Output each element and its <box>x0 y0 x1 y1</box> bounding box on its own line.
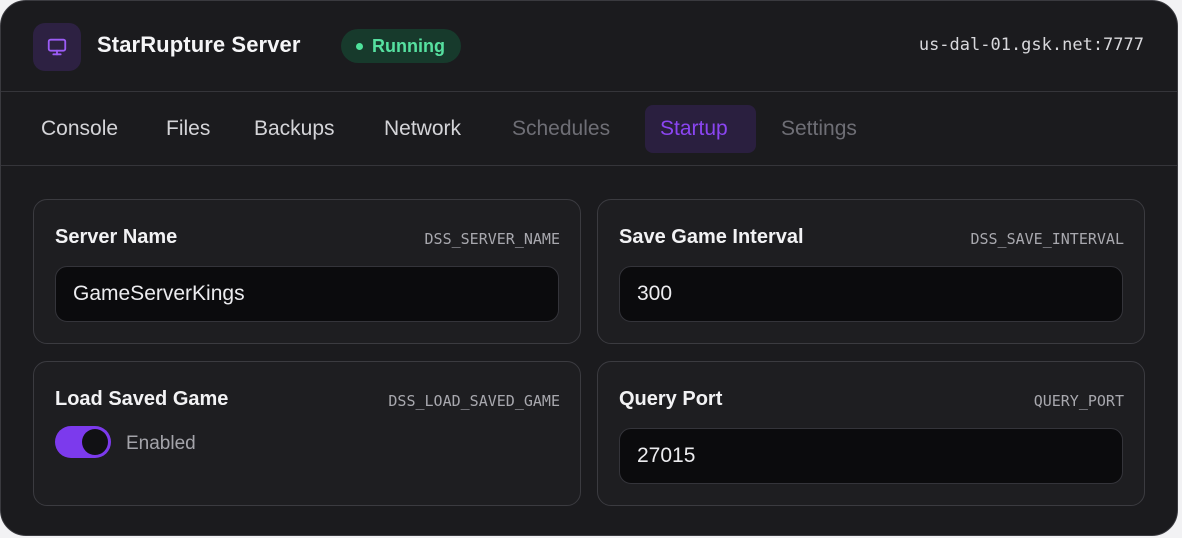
tab-settings[interactable]: Settings <box>766 105 872 153</box>
tab-startup[interactable]: Startup <box>645 105 756 153</box>
server-header: StarRupture Server Running us-dal-01.gsk… <box>1 1 1177 92</box>
variable-env-name: DSS_SERVER_NAME <box>424 230 560 248</box>
save-interval-input[interactable] <box>619 266 1123 322</box>
tab-schedules[interactable]: Schedules <box>497 105 625 153</box>
toggle-knob <box>82 429 108 455</box>
variable-card-query-port: Query Port QUERY_PORT <box>597 361 1145 506</box>
server-name-input[interactable] <box>55 266 559 322</box>
server-panel: StarRupture Server Running us-dal-01.gsk… <box>0 0 1178 536</box>
variable-env-name: QUERY_PORT <box>1033 392 1124 410</box>
tab-files[interactable]: Files <box>151 105 225 153</box>
variable-label: Load Saved Game <box>55 388 229 410</box>
status-text: Running <box>372 35 445 56</box>
server-title: StarRupture Server <box>97 32 301 57</box>
variable-label: Query Port <box>619 388 723 410</box>
load-saved-game-toggle[interactable] <box>55 426 111 458</box>
tab-network[interactable]: Network <box>369 105 476 153</box>
variable-card-server-name: Server Name DSS_SERVER_NAME <box>33 199 581 344</box>
tab-bar: Console Files Backups Network Schedules … <box>1 92 1177 166</box>
toggle-state-label: Enabled <box>126 433 196 454</box>
status-badge: Running <box>341 29 461 63</box>
variable-card-save-interval: Save Game Interval DSS_SAVE_INTERVAL <box>597 199 1145 344</box>
status-dot-icon <box>356 42 363 50</box>
server-address: us-dal-01.gsk.net:7777 <box>918 35 1144 55</box>
variable-env-name: DSS_LOAD_SAVED_GAME <box>388 392 560 410</box>
query-port-input[interactable] <box>619 428 1123 484</box>
monitor-icon <box>33 23 81 71</box>
variable-label: Server Name <box>55 226 178 248</box>
variable-env-name: DSS_SAVE_INTERVAL <box>970 230 1124 248</box>
variable-label: Save Game Interval <box>619 226 804 248</box>
variable-card-load-saved-game: Load Saved Game DSS_LOAD_SAVED_GAME Enab… <box>33 361 581 506</box>
tab-backups[interactable]: Backups <box>239 105 350 153</box>
tab-console[interactable]: Console <box>26 105 133 153</box>
